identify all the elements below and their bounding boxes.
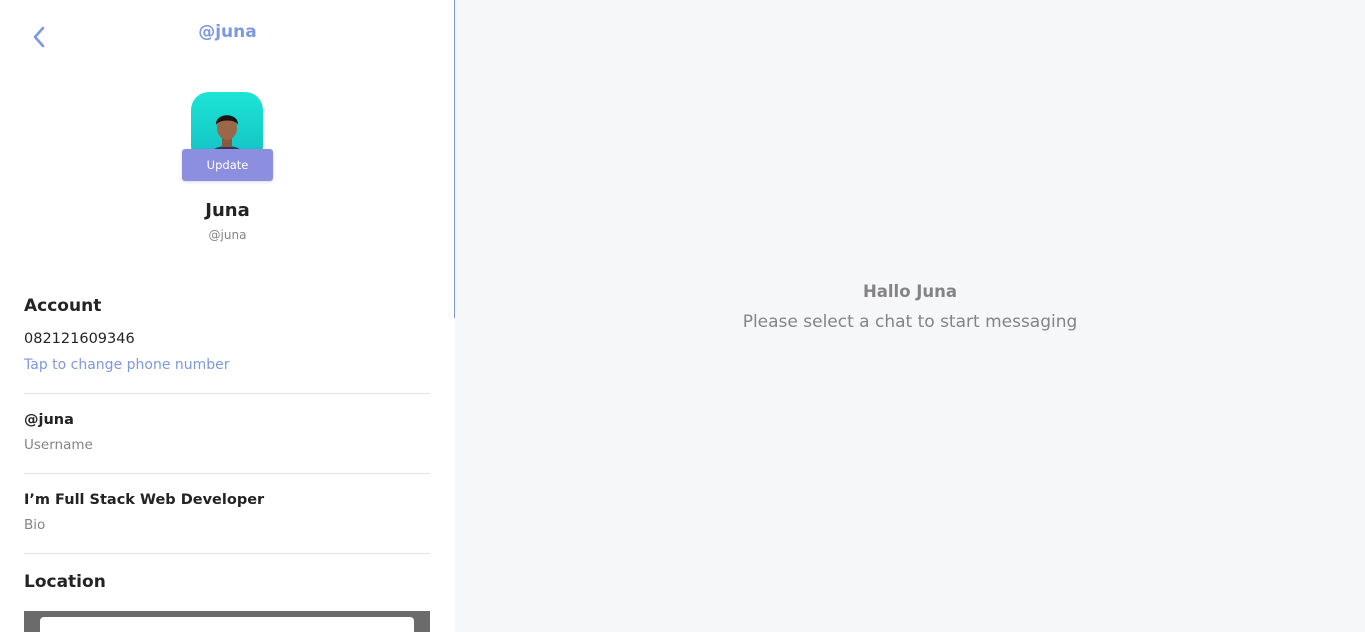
empty-state-subtitle: Please select a chat to start messaging	[742, 312, 1078, 332]
header-title: @juna	[198, 22, 257, 42]
location-section-title: Location	[24, 572, 106, 592]
profile-sidebar: @juna Update Juna @juna Account 08212160…	[0, 0, 455, 632]
greeting-text: Hallo Juna	[862, 282, 958, 301]
profile-handle: @juna	[208, 228, 247, 242]
account-section-title: Account	[24, 296, 102, 316]
location-map[interactable]	[24, 611, 430, 632]
bio-value[interactable]: I’m Full Stack Web Developer	[24, 492, 264, 508]
username-value[interactable]: @juna	[24, 412, 74, 428]
divider	[24, 393, 430, 394]
map-search-box[interactable]	[40, 617, 414, 632]
divider	[24, 553, 430, 554]
phone-number: 082121609346	[24, 331, 135, 347]
bio-label: Bio	[24, 517, 46, 533]
username-label: Username	[24, 437, 93, 453]
update-photo-button[interactable]: Update	[182, 149, 273, 181]
change-phone-link[interactable]: Tap to change phone number	[24, 357, 230, 373]
chat-area: Hallo Juna Please select a chat to start…	[455, 0, 1365, 632]
divider	[24, 473, 430, 474]
profile-name: Juna	[205, 200, 250, 221]
